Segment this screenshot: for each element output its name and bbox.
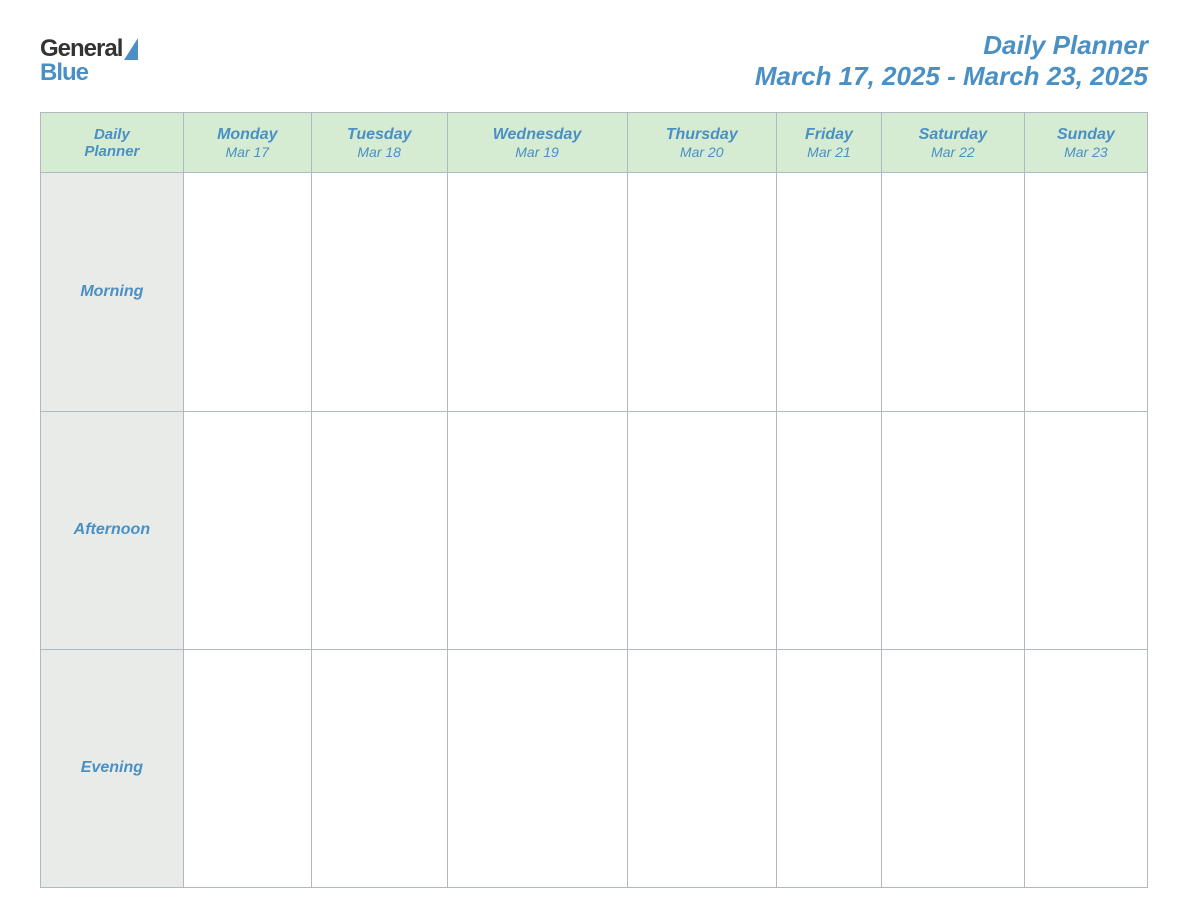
table-header-label: Daily Planner [41, 113, 184, 173]
evening-row: Evening [41, 649, 1148, 887]
monday-date: Mar 17 [188, 144, 307, 160]
logo: General Blue [40, 37, 138, 85]
afternoon-wednesday[interactable] [447, 411, 627, 649]
saturday-date: Mar 22 [886, 144, 1020, 160]
morning-tuesday[interactable] [311, 173, 447, 411]
header: General Blue Daily Planner March 17, 202… [40, 30, 1148, 92]
col-header-sunday: Sunday Mar 23 [1024, 113, 1147, 173]
tuesday-name: Tuesday [316, 126, 443, 144]
afternoon-thursday[interactable] [627, 411, 776, 649]
evening-wednesday[interactable] [447, 649, 627, 887]
monday-name: Monday [188, 126, 307, 144]
col-header-monday: Monday Mar 17 [183, 113, 311, 173]
morning-friday[interactable] [776, 173, 881, 411]
wednesday-name: Wednesday [452, 126, 623, 144]
saturday-name: Saturday [886, 126, 1020, 144]
planner-table: Daily Planner Monday Mar 17 Tuesday Mar … [40, 112, 1148, 888]
morning-label: Morning [41, 173, 184, 411]
morning-wednesday[interactable] [447, 173, 627, 411]
col-header-thursday: Thursday Mar 20 [627, 113, 776, 173]
afternoon-sunday[interactable] [1024, 411, 1147, 649]
thursday-name: Thursday [632, 126, 772, 144]
afternoon-tuesday[interactable] [311, 411, 447, 649]
morning-thursday[interactable] [627, 173, 776, 411]
date-range: March 17, 2025 - March 23, 2025 [755, 61, 1148, 92]
sunday-name: Sunday [1029, 126, 1143, 144]
col-header-tuesday: Tuesday Mar 18 [311, 113, 447, 173]
table-header-row: Daily Planner Monday Mar 17 Tuesday Mar … [41, 113, 1148, 173]
sunday-date: Mar 23 [1029, 144, 1143, 160]
friday-date: Mar 21 [781, 144, 877, 160]
header-label-line2: Planner [84, 143, 139, 160]
evening-monday[interactable] [183, 649, 311, 887]
col-header-saturday: Saturday Mar 22 [882, 113, 1025, 173]
evening-saturday[interactable] [882, 649, 1025, 887]
afternoon-saturday[interactable] [882, 411, 1025, 649]
logo-triangle-icon [124, 38, 138, 60]
evening-label: Evening [41, 649, 184, 887]
thursday-date: Mar 20 [632, 144, 772, 160]
col-header-friday: Friday Mar 21 [776, 113, 881, 173]
evening-sunday[interactable] [1024, 649, 1147, 887]
header-label-line1: Daily [94, 126, 130, 143]
afternoon-monday[interactable] [183, 411, 311, 649]
wednesday-date: Mar 19 [452, 144, 623, 160]
logo-area: General Blue [40, 37, 138, 85]
logo-general-text: General [40, 37, 122, 61]
evening-tuesday[interactable] [311, 649, 447, 887]
evening-thursday[interactable] [627, 649, 776, 887]
title-area: Daily Planner March 17, 2025 - March 23,… [755, 30, 1148, 92]
evening-friday[interactable] [776, 649, 881, 887]
tuesday-date: Mar 18 [316, 144, 443, 160]
morning-sunday[interactable] [1024, 173, 1147, 411]
logo-blue-text: Blue [40, 61, 88, 85]
morning-row: Morning [41, 173, 1148, 411]
morning-monday[interactable] [183, 173, 311, 411]
afternoon-row: Afternoon [41, 411, 1148, 649]
col-header-wednesday: Wednesday Mar 19 [447, 113, 627, 173]
morning-saturday[interactable] [882, 173, 1025, 411]
afternoon-label: Afternoon [41, 411, 184, 649]
page: General Blue Daily Planner March 17, 202… [0, 0, 1188, 918]
friday-name: Friday [781, 126, 877, 144]
planner-title: Daily Planner [755, 30, 1148, 61]
afternoon-friday[interactable] [776, 411, 881, 649]
